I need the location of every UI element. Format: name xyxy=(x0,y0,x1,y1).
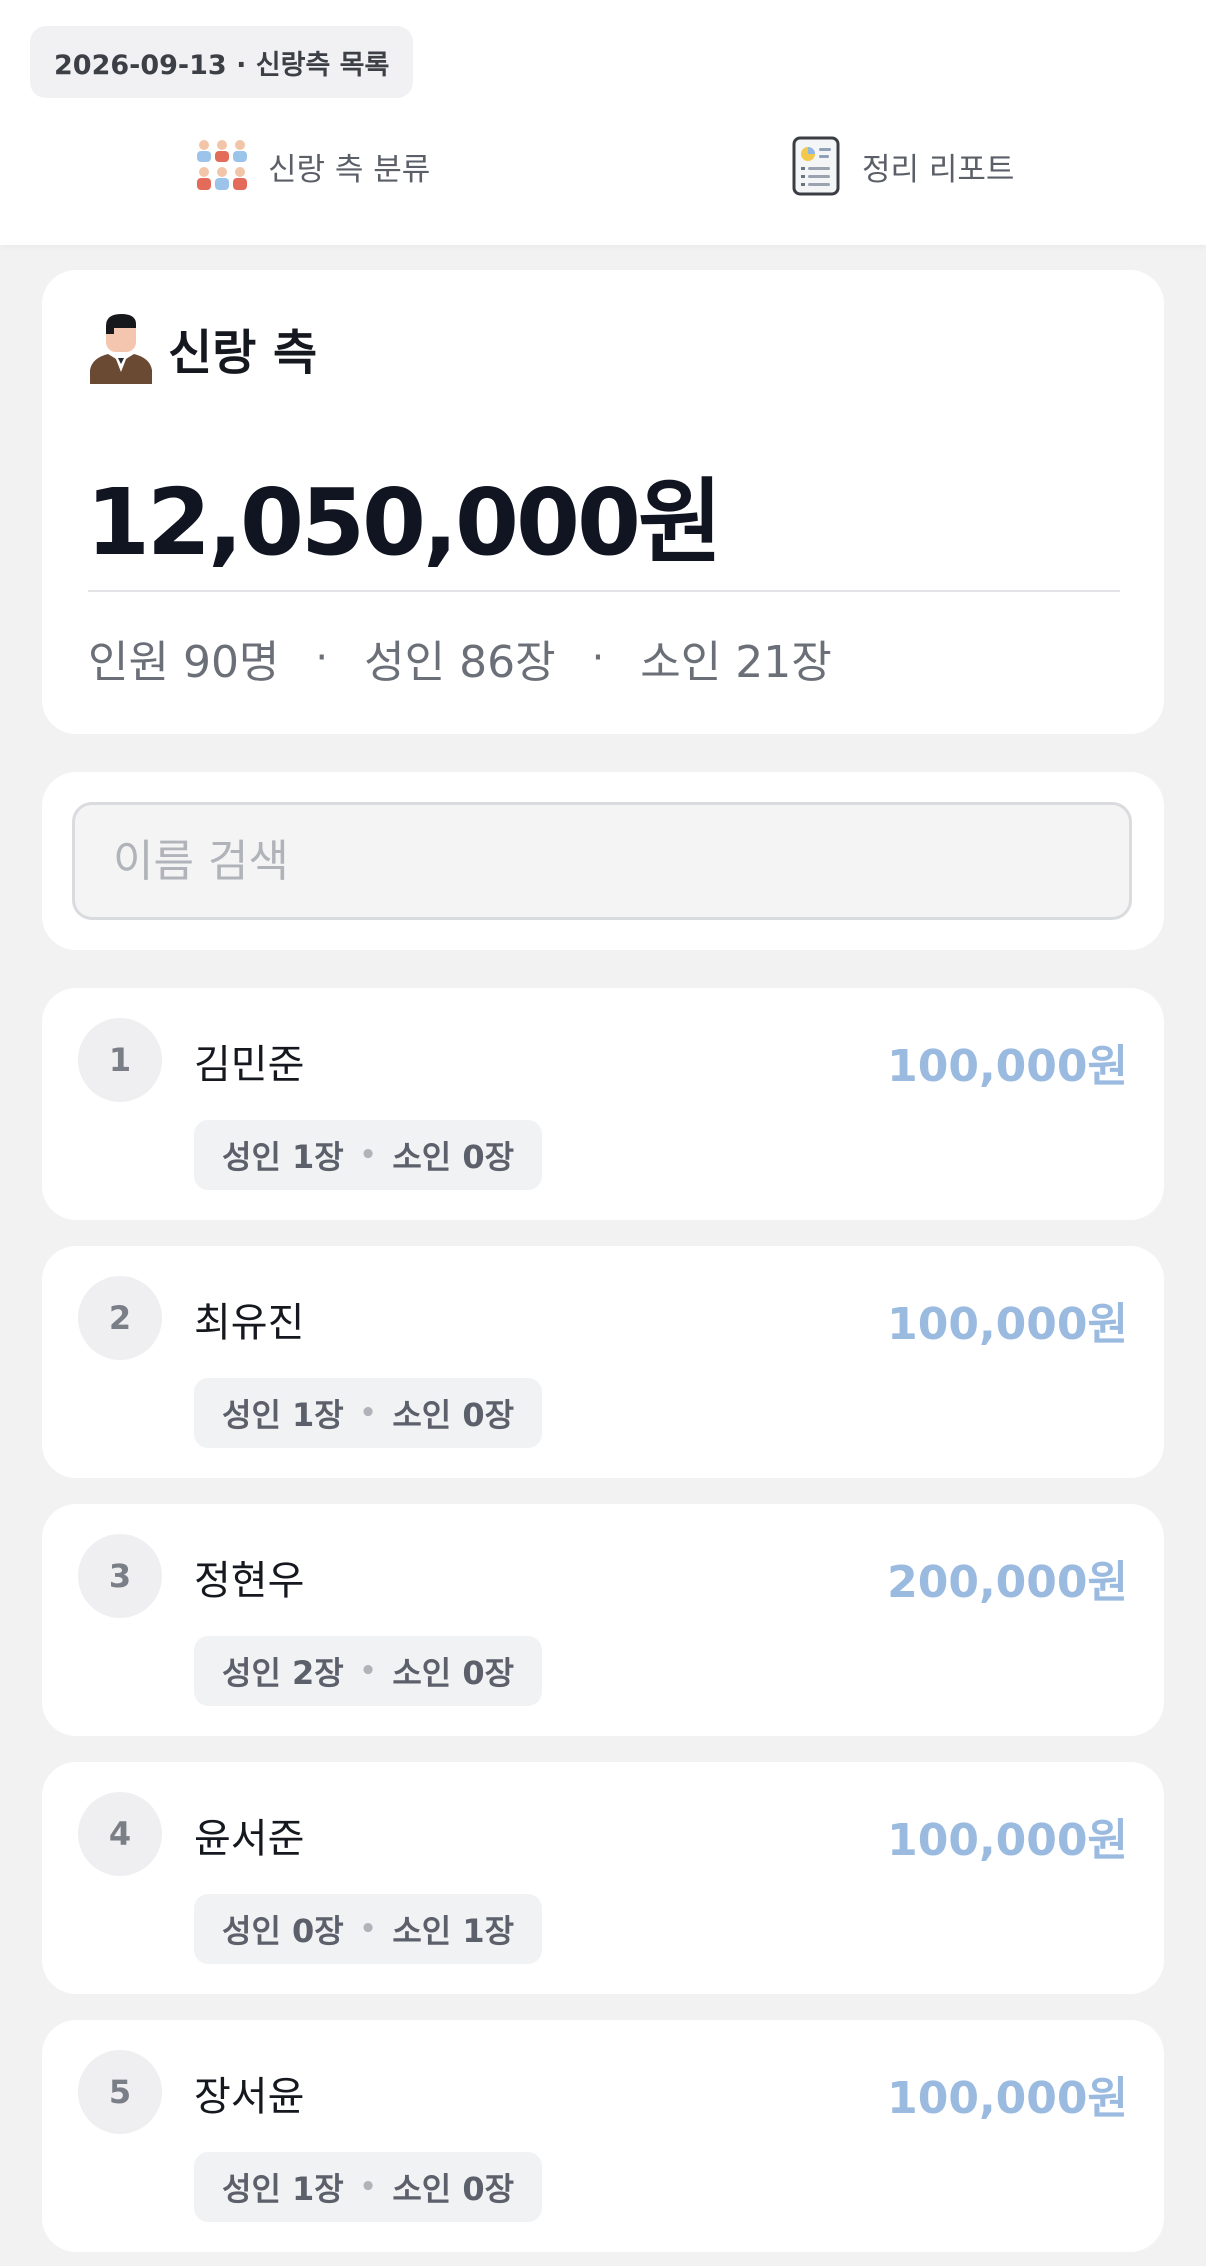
row-number: 3 xyxy=(78,1534,162,1618)
tab-label: 신랑 측 분류 xyxy=(268,151,431,188)
separator-dot: • xyxy=(359,1656,377,1686)
gift-amount: 100,000원 xyxy=(887,2073,1128,2124)
guest-name: 윤서준 xyxy=(194,1816,305,1862)
headcount-stat: 인원 90명 xyxy=(88,637,280,688)
guest-name: 김민준 xyxy=(194,1042,305,1088)
child-ticket-count: 소인 0장 xyxy=(392,1396,515,1434)
gift-amount: 100,000원 xyxy=(887,1041,1128,1092)
adult-ticket-count: 성인 1장 xyxy=(222,1138,344,1176)
total-amount: 12,050,000원 xyxy=(86,469,723,576)
tab-report[interactable]: 정리 리포트 xyxy=(786,134,1014,198)
separator-dot: • xyxy=(359,1398,377,1428)
gift-amount: 100,000원 xyxy=(887,1815,1128,1866)
list-item[interactable]: 4 윤서준 100,000원 성인 0장 • 소인 1장 xyxy=(42,1762,1164,1994)
row-number: 2 xyxy=(78,1276,162,1360)
adult-ticket-stat: 성인 86장 xyxy=(364,637,556,688)
tab-label: 정리 리포트 xyxy=(862,151,1015,188)
list-item[interactable]: 2 최유진 100,000원 성인 1장 • 소인 0장 xyxy=(42,1246,1164,1478)
separator-dot: • xyxy=(359,1140,377,1170)
separator-dot: · xyxy=(315,635,329,681)
search-card xyxy=(42,772,1164,950)
ticket-badge: 성인 0장 • 소인 1장 xyxy=(194,1894,543,1964)
ticket-badge: 성인 1장 • 소인 0장 xyxy=(194,1378,543,1448)
search-input[interactable] xyxy=(72,802,1132,920)
report-document-icon xyxy=(792,136,840,196)
tab-groom-classify[interactable]: 신랑 측 분류 xyxy=(192,134,430,198)
ticket-badge: 성인 2장 • 소인 0장 xyxy=(194,1636,543,1706)
date-chip: 2026-09-13 · 신랑측 목록 xyxy=(30,26,414,98)
guest-name: 정현우 xyxy=(194,1558,305,1604)
separator-dot: · xyxy=(591,635,605,681)
child-ticket-count: 소인 1장 xyxy=(392,1912,515,1950)
row-number: 1 xyxy=(78,1018,162,1102)
ticket-badge: 성인 1장 • 소인 0장 xyxy=(194,2152,543,2222)
gift-amount: 200,000원 xyxy=(887,1557,1128,1608)
child-ticket-count: 소인 0장 xyxy=(392,1654,515,1692)
guest-name: 최유진 xyxy=(194,1300,305,1346)
top-header: 2026-09-13 · 신랑측 목록 신랑 측 분류 정리 리포트 xyxy=(0,0,1206,245)
groom-avatar-icon xyxy=(90,314,152,384)
people-group-icon xyxy=(197,140,247,190)
divider xyxy=(88,590,1120,592)
summary-header: 신랑 측 xyxy=(88,312,317,384)
guest-name: 장서윤 xyxy=(194,2074,305,2120)
adult-ticket-count: 성인 1장 xyxy=(222,1396,344,1434)
summary-title: 신랑 측 xyxy=(168,325,318,381)
list-item[interactable]: 3 정현우 200,000원 성인 2장 • 소인 0장 xyxy=(42,1504,1164,1736)
child-ticket-count: 소인 0장 xyxy=(392,2170,515,2208)
adult-ticket-count: 성인 0장 xyxy=(222,1912,344,1950)
row-number: 5 xyxy=(78,2050,162,2134)
adult-ticket-count: 성인 1장 xyxy=(222,2170,344,2208)
separator-dot: • xyxy=(359,1914,377,1944)
child-ticket-stat: 소인 21장 xyxy=(640,637,832,688)
child-ticket-count: 소인 0장 xyxy=(392,1138,515,1176)
ticket-badge: 성인 1장 • 소인 0장 xyxy=(194,1120,543,1190)
summary-stats: 인원 90명 · 성인 86장 · 소인 21장 xyxy=(88,626,832,690)
separator-dot: • xyxy=(359,2172,377,2202)
summary-card: 신랑 측 12,050,000원 인원 90명 · 성인 86장 · 소인 21… xyxy=(42,270,1164,734)
list-item[interactable]: 5 장서윤 100,000원 성인 1장 • 소인 0장 xyxy=(42,2020,1164,2252)
adult-ticket-count: 성인 2장 xyxy=(222,1654,344,1692)
list-item[interactable]: 1 김민준 100,000원 성인 1장 • 소인 0장 xyxy=(42,988,1164,1220)
gift-amount: 100,000원 xyxy=(887,1299,1128,1350)
row-number: 4 xyxy=(78,1792,162,1876)
